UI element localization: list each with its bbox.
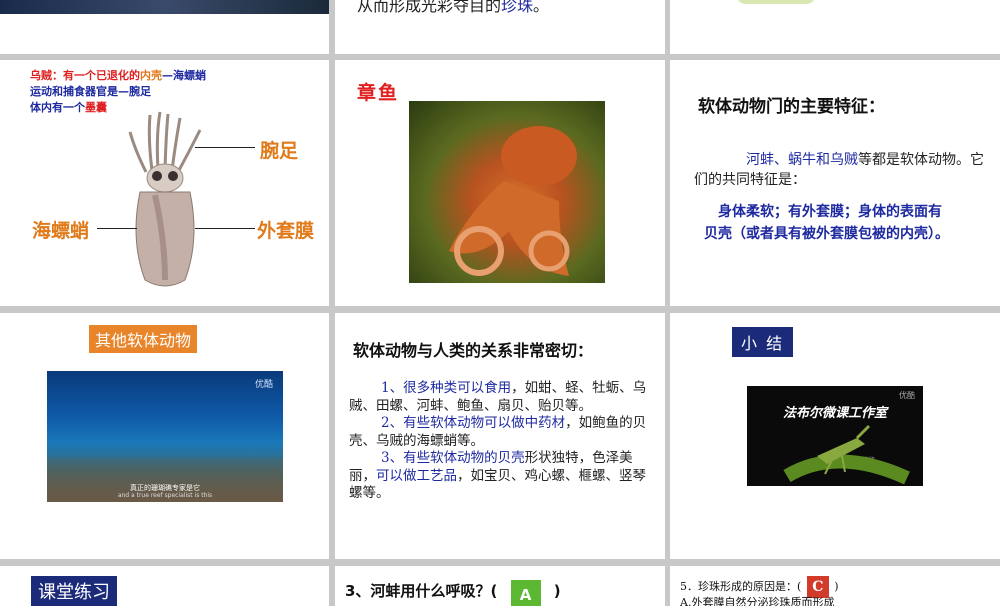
slide-1-photo [0, 0, 329, 14]
slide-6-para-2: 身体柔软；有外套膜；身体的表面有贝壳（或者具有被外套膜包被的内壳）。 [704, 204, 949, 242]
label-haipiaoxiao: 海螵蛸 [32, 220, 90, 242]
slide-2-highlight: 珍珠 [501, 0, 534, 15]
question-5-text: 5．珍珠形成的原因是：( [680, 580, 802, 593]
cuttlefish-illustration [128, 111, 202, 287]
caption-line-3a: 体内有一个 [30, 101, 85, 114]
mantis-icon [783, 424, 910, 485]
slide-8-item-3: 3、有些软体动物的贝壳形状独特，色泽美丽，可以做工艺品，如宝贝、鸡心螺、榧螺、竖… [349, 450, 654, 503]
item-3-highlight-2: 可以做工艺品 [376, 467, 457, 484]
item-1-highlight: 很多种类可以食用 [403, 380, 512, 396]
slide-7-badge: 其他软体动物 [89, 325, 198, 353]
label-wanzu: 腕足 [260, 140, 299, 162]
slide-8-item-1: 1、很多种类可以食用，如蚶、蛏、牡蛎、乌贼、田螺、河蚌、鲍鱼、扇贝、贻贝等。 [349, 380, 654, 415]
item-2-highlight: 有些软体动物可以做中药材 [403, 415, 566, 431]
leader-line-wanzu [195, 147, 255, 148]
question-5-option-a: A.外套膜自然分泌珍珠质而形成 [680, 596, 835, 606]
slide-6[interactable]: 软体动物门的主要特征： 河蚌、蜗牛和乌贼等都是软体动物。它们的共同特征是： 身体… [670, 60, 1000, 306]
slide-2-text-main: 从而形成光彩夺目的 [357, 0, 502, 15]
octopus-shape [449, 126, 577, 276]
slide-4[interactable]: 乌贼：有一个已退化的内壳—海螵蛸 运动和捕食器官是—腕足 体内有一个墨囊 腕足 … [0, 60, 329, 306]
slide-6-heading: 软体动物门的主要特征： [698, 97, 885, 117]
slide-5-title: 章鱼 [357, 82, 400, 104]
slide-2-end: 。 [533, 0, 550, 15]
leader-line-haipiao [97, 228, 137, 229]
caption-line-3b: 墨囊 [85, 101, 107, 114]
question-5-close: ) [834, 580, 839, 593]
caption-line-1c: —海螵蛸 [162, 69, 206, 82]
label-waitaomo: 外套膜 [257, 220, 315, 242]
answer-a-letter: A [519, 586, 532, 604]
item-3-num: 3、 [381, 450, 404, 466]
caption-line-1b: 内壳 [140, 69, 162, 82]
leader-line-waitaomo [195, 228, 255, 229]
item-3-highlight: 有些软体动物的贝壳 [403, 450, 525, 466]
slide-3-shape [736, 0, 816, 4]
slide-5[interactable]: 章鱼 [335, 60, 665, 306]
slide-6-para-1: 河蚌、蜗牛和乌贼等都是软体动物。它们的共同特征是： [694, 150, 984, 190]
slide-2-text: 从而形成光彩夺目的珍珠。 [357, 0, 549, 16]
video-subtitle-en: and a true reef specialist is this [117, 492, 213, 499]
slide-3[interactable] [670, 0, 1000, 54]
summary-video[interactable]: 优酷 法布尔微课工作室 联系法布尔 · 微课制作 [747, 386, 923, 486]
item-2-num: 2、 [381, 415, 404, 431]
item-1-num: 1、 [381, 380, 404, 396]
slide-10[interactable]: 课堂练习 [0, 566, 329, 606]
slide-9-badge: 小 结 [732, 327, 794, 357]
slide-8[interactable]: 软体动物与人类的关系非常密切： 1、很多种类可以食用，如蚶、蛏、牡蛎、乌贼、田螺… [335, 313, 665, 559]
slide-7[interactable]: 其他软体动物 优酷 真正的珊瑚礁专家是它 and a true reef spe… [0, 313, 329, 559]
slide-8-item-2: 2、有些软体动物可以做中药材，如鲍鱼的贝壳、乌贼的海螵蛸等。 [349, 415, 654, 450]
slide-8-body: 1、很多种类可以食用，如蚶、蛏、牡蛎、乌贼、田螺、河蚌、鲍鱼、扇贝、贻贝等。 2… [349, 380, 654, 503]
answer-c-letter: C [812, 579, 824, 595]
question-3-close: ) [553, 582, 561, 600]
caption-line-1: 乌贼：有一个已退化的内壳—海螵蛸 [30, 68, 206, 84]
octopus-photo [409, 101, 605, 283]
slide-11[interactable]: 3、河蚌用什么呼吸？( A ) [335, 566, 665, 606]
slide-4-caption: 乌贼：有一个已退化的内壳—海螵蛸 运动和捕食器官是—腕足 体内有一个墨囊 [30, 68, 206, 116]
sea-video[interactable]: 优酷 真正的珊瑚礁专家是它 and a true reef specialist… [47, 371, 283, 502]
video-watermark: 优酷 [254, 380, 273, 390]
slide-8-heading: 软体动物与人类的关系非常密切： [353, 341, 594, 360]
caption-line-2: 运动和捕食器官是—腕足 [30, 85, 151, 98]
slide-2[interactable]: 从而形成光彩夺目的珍珠。 [335, 0, 665, 54]
slide-11-question: 3、河蚌用什么呼吸？( A ) [345, 580, 561, 606]
question-3-text: 3、河蚌用什么呼吸？( [345, 582, 498, 600]
slide-12[interactable]: 5．珍珠形成的原因是：( C ) A.外套膜自然分泌珍珠质而形成 [670, 566, 1000, 606]
slide-6-animals: 河蚌、蜗牛和乌贼 [746, 152, 858, 168]
slide-9[interactable]: 小 结 优酷 法布尔微课工作室 联系法布尔 · 微课制作 [670, 313, 1000, 559]
slide-10-badge: 课堂练习 [31, 576, 117, 606]
slide-1[interactable] [0, 0, 329, 54]
answer-a-box[interactable]: A [510, 580, 541, 606]
caption-line-1a: 乌贼：有一个已退化的 [30, 69, 140, 82]
